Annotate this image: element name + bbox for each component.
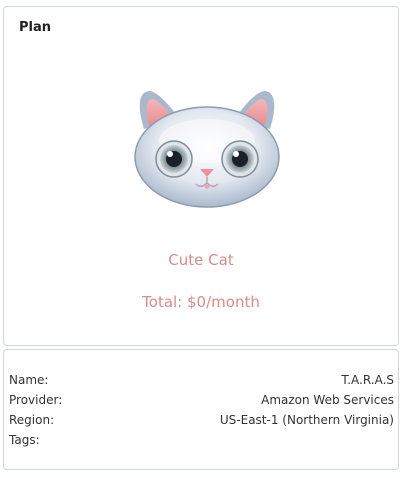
detail-row-region: Region: US-East-1 (Northern Virginia) (9, 413, 394, 433)
region-value: US-East-1 (Northern Virginia) (219, 413, 394, 427)
detail-row-tags: Tags: (9, 433, 394, 453)
detail-row-provider: Provider: Amazon Web Services (9, 393, 394, 413)
details-card: Name: T.A.R.A.S Provider: Amazon Web Ser… (3, 349, 399, 470)
provider-value: Amazon Web Services (261, 393, 394, 407)
region-label: Region: (9, 413, 55, 427)
plan-title: Plan (19, 20, 52, 35)
provider-label: Provider: (9, 393, 63, 407)
detail-row-name: Name: T.A.R.A.S (9, 373, 394, 393)
name-label: Name: (9, 373, 49, 387)
cat-face-icon (122, 81, 292, 211)
plan-total: Total: $0/month (142, 293, 260, 311)
tags-label: Tags: (9, 433, 40, 447)
plan-name: Cute Cat (168, 251, 234, 269)
plan-card: Plan Cute Cat Total: $0/month (3, 6, 399, 346)
name-value: T.A.R.A.S (341, 373, 394, 387)
